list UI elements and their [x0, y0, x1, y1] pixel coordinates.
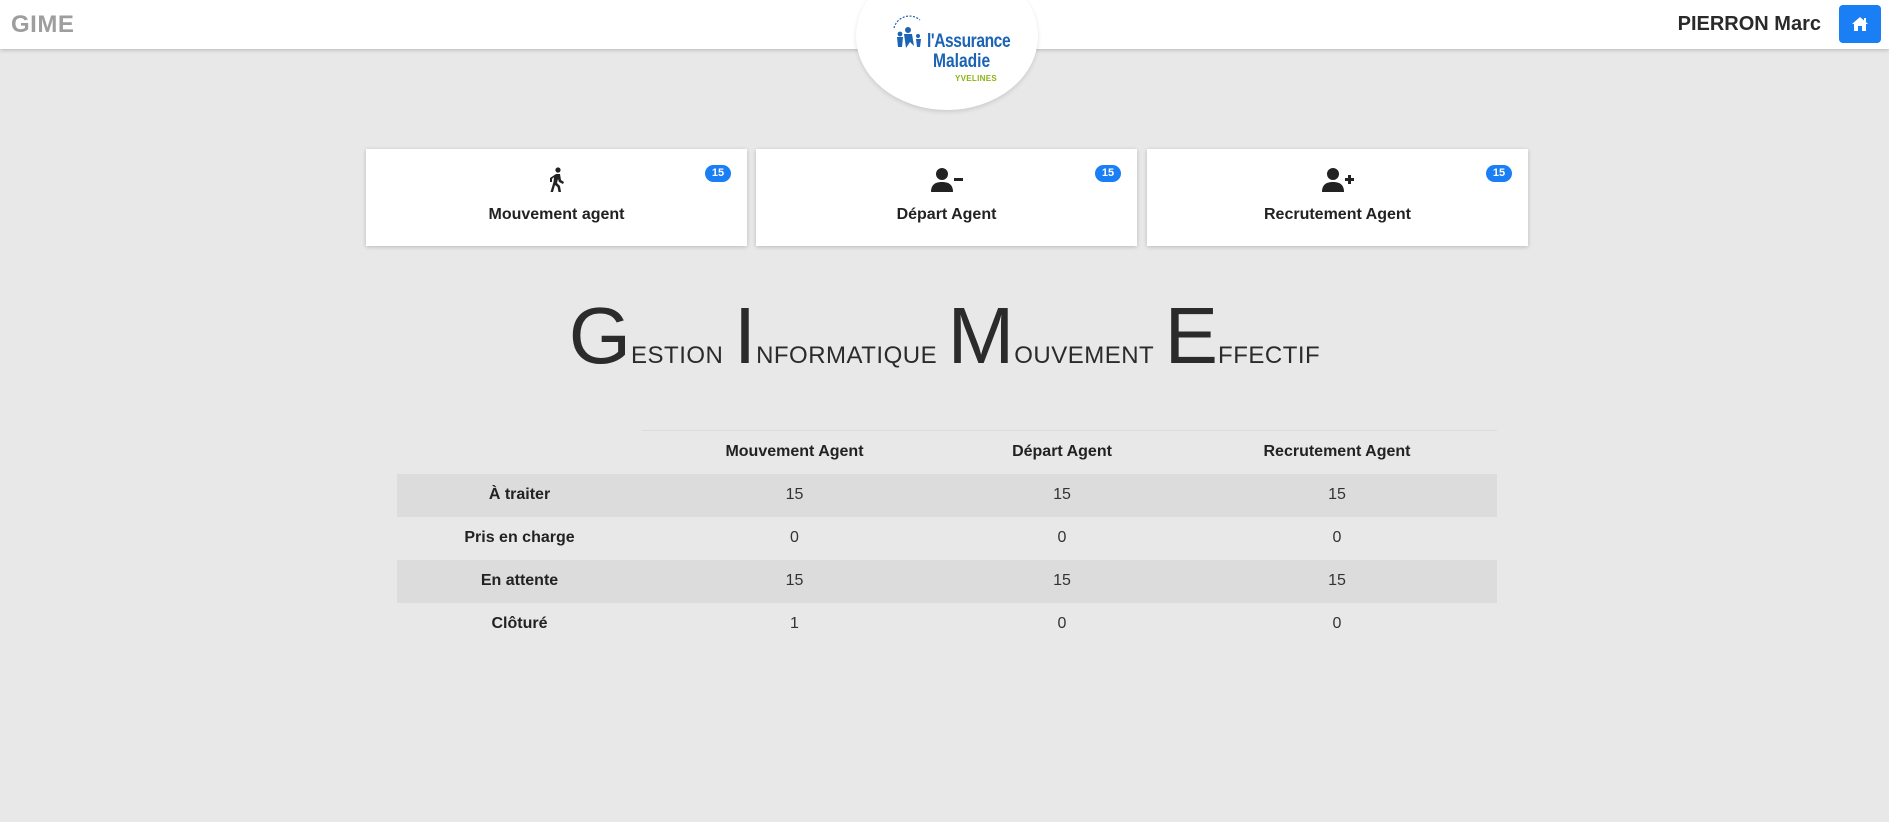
- column-header: Recrutement Agent: [1177, 430, 1497, 474]
- row-label: Clôturé: [491, 615, 548, 632]
- page-title: GESTION INFORMATIQUE MOUVEMENT EFFECTIF: [0, 296, 1889, 376]
- user-name: PIERRON Marc: [1677, 13, 1821, 35]
- card-label: Mouvement agent: [488, 206, 625, 223]
- count-badge: 15: [1486, 165, 1512, 182]
- title-word-mouvement: MOUVEMENT: [947, 291, 1155, 380]
- user-minus-icon: [930, 168, 963, 192]
- table-header-row: Mouvement Agent Départ Agent Recrutement…: [397, 430, 1497, 474]
- table-row: Clôturé 1 0 0: [397, 603, 1497, 646]
- table-row: Pris en charge 0 0 0: [397, 517, 1497, 560]
- count-badge: 15: [705, 165, 731, 182]
- logo-text-line3: YVELINES: [955, 74, 997, 83]
- assurance-maladie-logo: l'Assurance Maladie YVELINES: [882, 12, 1012, 92]
- table-corner: [397, 431, 642, 474]
- logo-bubble: l'Assurance Maladie YVELINES: [856, 0, 1038, 110]
- table-row: À traiter 15 15 15: [397, 473, 1497, 517]
- table-cell: 0: [1057, 529, 1067, 546]
- table-cell: 15: [785, 486, 804, 503]
- user-plus-icon: [1321, 168, 1354, 192]
- table-cell: 15: [1053, 486, 1071, 503]
- table-cell: 0: [1057, 615, 1067, 632]
- table-cell: 0: [1332, 529, 1342, 546]
- table-cell: 15: [1328, 486, 1346, 503]
- column-header: Mouvement Agent: [642, 430, 947, 474]
- table-cell: 15: [1053, 572, 1071, 589]
- row-label: En attente: [480, 572, 559, 589]
- count-badge: 15: [1095, 165, 1121, 182]
- card-mouvement-agent[interactable]: Mouvement agent 15: [366, 149, 747, 246]
- title-word-effectif: EFFECTIF: [1164, 291, 1321, 380]
- card-depart-agent[interactable]: Départ Agent 15: [756, 149, 1137, 246]
- app-name[interactable]: GIME: [11, 11, 74, 39]
- table-row: En attente 15 15 15: [397, 559, 1497, 603]
- logo-text-line2: Maladie: [933, 51, 991, 72]
- card-label: Départ Agent: [896, 206, 997, 223]
- logo-figures-icon: [893, 15, 921, 48]
- logo-text-line1: l'Assurance: [927, 31, 1011, 52]
- table-cell: 0: [790, 529, 799, 546]
- table-cell: 15: [785, 572, 804, 589]
- table-cell: 0: [1332, 615, 1342, 632]
- table-cell: 1: [790, 615, 799, 632]
- title-word-informatique: INFORMATIQUE: [733, 291, 938, 380]
- column-header: Départ Agent: [947, 430, 1177, 474]
- home-icon: [1852, 17, 1868, 31]
- table-cell: 15: [1328, 572, 1346, 589]
- row-label: Pris en charge: [464, 529, 575, 546]
- home-button[interactable]: [1839, 5, 1881, 43]
- row-label: À traiter: [488, 486, 551, 503]
- walking-person-icon: [549, 167, 564, 192]
- card-label: Recrutement Agent: [1264, 206, 1411, 223]
- title-word-gestion: GESTION: [568, 291, 724, 380]
- card-recrutement-agent[interactable]: Recrutement Agent 15: [1147, 149, 1528, 246]
- stats-table: Mouvement Agent Départ Agent Recrutement…: [397, 430, 1497, 646]
